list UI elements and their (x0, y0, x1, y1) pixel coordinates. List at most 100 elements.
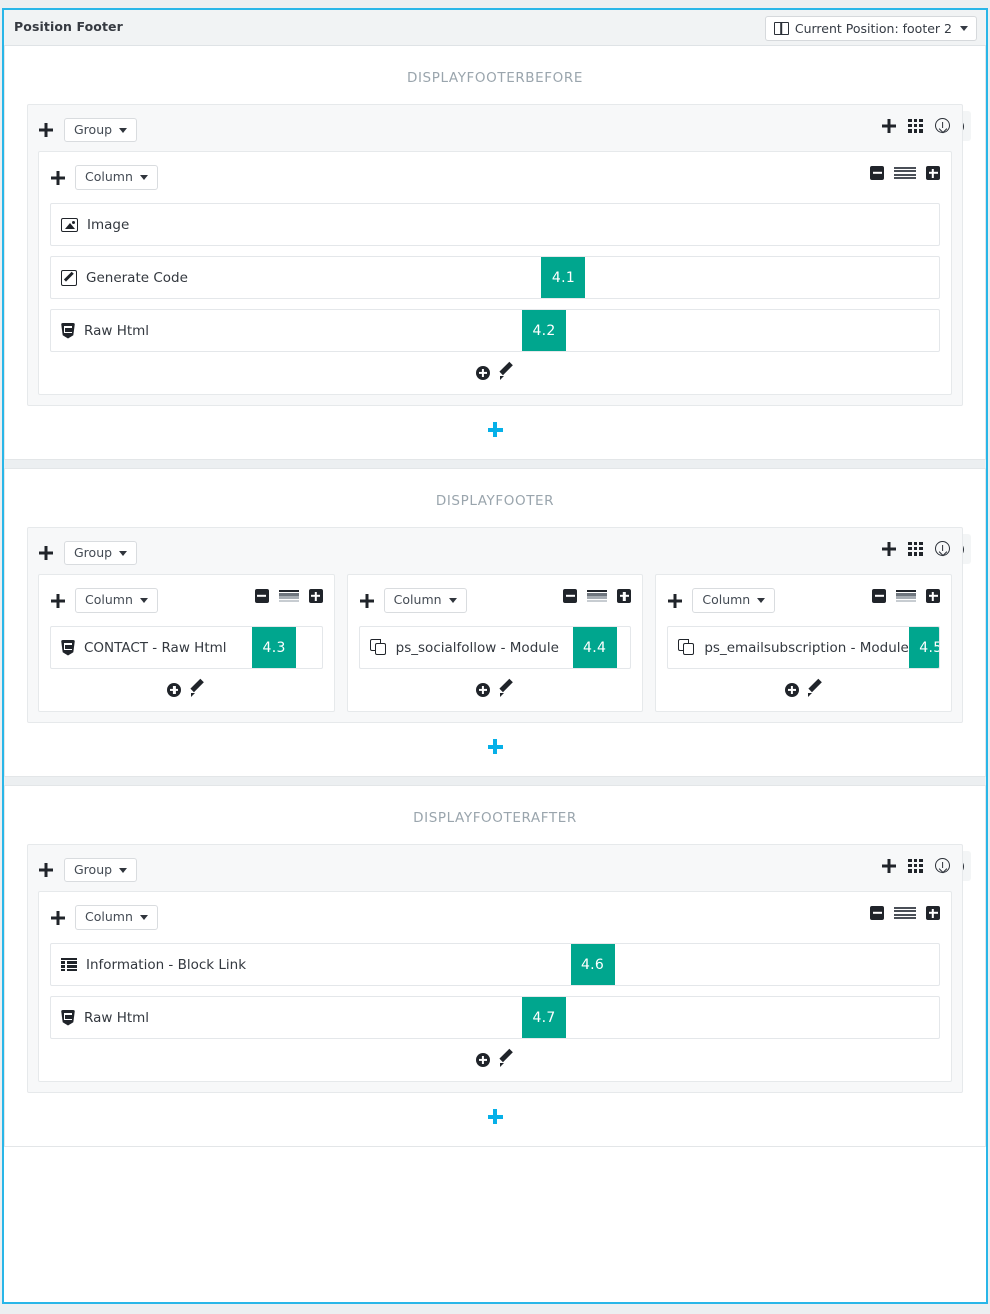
column-footer-actions (359, 669, 632, 703)
minus-square-icon[interactable] (870, 166, 884, 180)
plus-square-icon[interactable] (926, 589, 941, 603)
move-icon[interactable] (50, 593, 66, 609)
move-icon[interactable] (359, 593, 375, 609)
plus-icon[interactable] (882, 859, 896, 873)
html5-icon (61, 1009, 75, 1026)
widget-label: ps_socialfollow - Module (395, 639, 559, 656)
current-position-dropdown[interactable]: Current Position: footer 2 (764, 16, 977, 41)
pencil-icon[interactable] (190, 682, 205, 697)
widget-row[interactable]: Image (50, 203, 940, 246)
columns-icon (773, 22, 789, 35)
widget-label-group: Information - Block Link (51, 944, 246, 985)
widget-index-badge: 4.4 (572, 627, 617, 668)
arrow-circle-down-icon[interactable] (935, 541, 950, 556)
group-header: Group (38, 115, 952, 145)
group-type-dropdown[interactable]: Group (64, 540, 138, 566)
widget-row[interactable]: Generate Code 4.1 (50, 256, 940, 299)
hook-section: DISPLAYFOOTERBEFORE Group Column Image Gener… (4, 46, 986, 460)
chevron-down-icon (960, 26, 968, 31)
column-type-dropdown[interactable]: Column (75, 165, 158, 190)
pencil-square-icon (61, 269, 77, 286)
group-type-dropdown[interactable]: Group (64, 117, 138, 143)
move-icon[interactable] (38, 122, 54, 138)
widget-label: Information - Block Link (86, 956, 247, 973)
add-element-plus[interactable] (488, 422, 503, 437)
widget-spacer (559, 627, 573, 668)
widget-trailing-space (615, 944, 939, 985)
move-icon[interactable] (50, 910, 66, 926)
widget-spacer (227, 627, 253, 668)
column-type-dropdown[interactable]: Column (383, 588, 467, 613)
grid-icon[interactable] (908, 541, 923, 556)
widget-row[interactable]: Information - Block Link 4.6 (50, 943, 940, 986)
column-actions (870, 166, 940, 180)
plus-circle-icon[interactable] (476, 682, 490, 697)
add-element-plus[interactable] (488, 1109, 503, 1124)
grid-icon[interactable] (908, 118, 923, 133)
column-footer-actions (50, 669, 323, 703)
widget-row[interactable]: ps_socialfollow - Module 4.4 (358, 626, 632, 669)
column-footer-actions (50, 352, 940, 386)
plus-square-icon[interactable] (308, 589, 323, 603)
column-type-dropdown[interactable]: Column (692, 588, 776, 613)
plus-square-icon[interactable] (926, 166, 940, 180)
add-element-plus[interactable] (488, 739, 503, 754)
group-type-dropdown[interactable]: Group (64, 857, 138, 883)
widget-label-group: Image (51, 204, 129, 245)
chevron-down-icon (139, 175, 148, 180)
arrow-circle-down-icon[interactable] (935, 118, 950, 133)
add-group-row[interactable] (15, 723, 975, 776)
plus-circle-icon[interactable] (784, 682, 799, 697)
widget-spacer (129, 204, 939, 245)
minus-square-icon[interactable] (870, 906, 884, 920)
plus-circle-icon[interactable] (476, 365, 490, 380)
grid-icon[interactable] (908, 858, 923, 873)
plus-circle-icon[interactable] (167, 682, 182, 697)
arrow-circle-down-icon[interactable] (935, 858, 950, 873)
width-lines-icon[interactable] (894, 166, 916, 180)
plus-icon[interactable] (882, 119, 896, 133)
widget-label: ps_emailsubscription - Module (704, 639, 909, 656)
widget-row[interactable]: CONTACT - Raw Html 4.3 (50, 626, 323, 669)
minus-square-icon[interactable] (254, 589, 269, 603)
move-icon[interactable] (667, 593, 683, 609)
column-footer-actions (667, 669, 940, 703)
move-icon[interactable] (38, 862, 54, 878)
minus-square-icon[interactable] (563, 589, 578, 603)
plus-square-icon[interactable] (617, 589, 632, 603)
plus-square-icon[interactable] (926, 906, 940, 920)
chevron-down-icon (119, 550, 128, 556)
move-icon[interactable] (50, 170, 66, 186)
widget-row[interactable]: Raw Html 4.2 (50, 309, 940, 352)
pencil-icon[interactable] (499, 365, 514, 380)
width-lines-icon[interactable] (894, 906, 916, 920)
widget-label: Raw Html (84, 322, 150, 339)
column-container: Column CONTACT - Raw Html 4.3 (38, 574, 335, 712)
widget-index-badge: 4.6 (570, 944, 615, 985)
width-lines-icon[interactable] (896, 590, 917, 602)
width-lines-icon[interactable] (278, 590, 299, 602)
column-type-dropdown[interactable]: Column (75, 905, 158, 930)
widget-row[interactable]: Raw Html 4.7 (50, 996, 940, 1039)
column-header: Column (50, 585, 323, 616)
move-icon[interactable] (38, 545, 54, 561)
plus-circle-icon[interactable] (476, 1052, 490, 1067)
widget-spacer (149, 310, 522, 351)
pencil-icon[interactable] (499, 1052, 514, 1067)
pencil-icon[interactable] (499, 682, 514, 697)
widget-label-group: Generate Code (51, 257, 188, 298)
add-group-row[interactable] (15, 1093, 975, 1146)
width-lines-icon[interactable] (587, 590, 608, 602)
widget-label: Generate Code (86, 269, 188, 286)
add-group-row[interactable] (15, 406, 975, 459)
widget-index-badge: 4.5 (908, 627, 940, 668)
column-type-dropdown[interactable]: Column (75, 588, 158, 613)
minus-square-icon[interactable] (872, 589, 887, 603)
group-actions (882, 858, 950, 873)
plus-icon[interactable] (882, 542, 896, 556)
chevron-down-icon (119, 867, 128, 873)
hook-title: DISPLAYFOOTERAFTER (413, 810, 577, 826)
column-header: Column (50, 902, 940, 933)
widget-row[interactable]: ps_emailsubscription - Module4.5 (667, 626, 941, 669)
pencil-icon[interactable] (808, 682, 823, 697)
